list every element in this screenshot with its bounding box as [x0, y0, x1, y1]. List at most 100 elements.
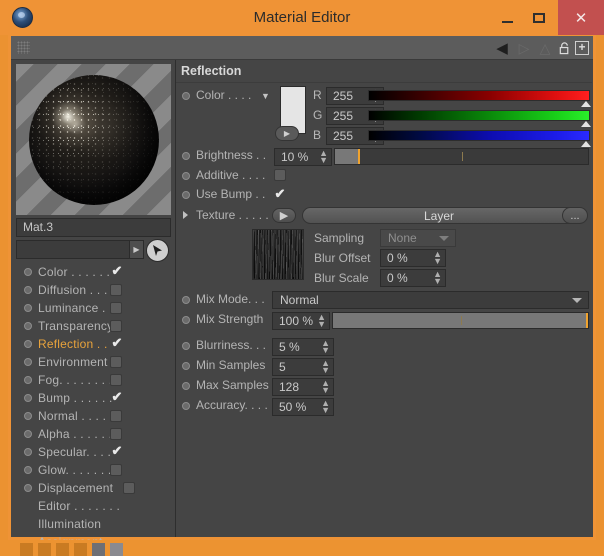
min-samples-field[interactable]: 5 ▲ ▼ [272, 358, 334, 376]
mix-strength-field[interactable]: 100 % ▲ ▼ [272, 312, 330, 330]
material-sphere-preview[interactable] [16, 64, 171, 215]
parameter-dot-icon[interactable] [182, 172, 190, 180]
spinner-icon[interactable]: ▲▼ [321, 399, 330, 415]
mix-strength-slider[interactable] [332, 312, 589, 329]
blur-scale-value: 0 % [387, 271, 408, 285]
color-b-slider[interactable] [368, 130, 591, 147]
spinner-icon[interactable]: ▲▼ [321, 359, 330, 375]
channel-checkbox[interactable] [110, 302, 122, 314]
channel-row-reflection[interactable]: Reflection . . ✔ [11, 335, 176, 353]
channel-row-alpha[interactable]: Alpha . . . . . . [11, 425, 176, 443]
parameter-dot-icon[interactable] [182, 296, 190, 304]
close-button[interactable]: ✕ [558, 0, 604, 35]
use-bump-checkbox-checked[interactable]: ✔ [273, 187, 287, 201]
mix-mode-dropdown[interactable]: Normal [272, 291, 589, 309]
triangle-right-icon[interactable]: ▶ [129, 240, 144, 259]
channel-dot-icon [24, 376, 32, 384]
search-input[interactable] [16, 240, 144, 259]
use-bump-label: Use Bump . . [196, 187, 266, 201]
channel-row-transparency[interactable]: Transparency [11, 317, 176, 335]
texture-more-button[interactable]: ... [562, 207, 588, 224]
channel-dot-icon [24, 304, 32, 312]
spinner-icon[interactable]: ▲▼ [321, 339, 330, 355]
material-name-field[interactable]: Mat.3 [16, 218, 171, 237]
blurriness-field[interactable]: 5 % ▲ ▼ [272, 338, 334, 356]
parameter-dot-icon[interactable] [182, 92, 190, 100]
max-samples-field[interactable]: 128 ▲ ▼ [272, 378, 334, 396]
channel-checkbox-checked[interactable]: ✔ [110, 264, 124, 279]
slider-midpoint-tick [461, 152, 463, 161]
plus-box-icon[interactable]: + [575, 41, 589, 55]
maximize-button[interactable] [520, 0, 558, 35]
color-expand-button[interactable]: ▶ [275, 126, 299, 141]
triangle-right-icon[interactable] [183, 211, 188, 219]
accuracy-field[interactable]: 50 % ▲ ▼ [272, 398, 334, 416]
channel-row-diffusion[interactable]: Diffusion . . . [11, 281, 176, 299]
channel-row-fog[interactable]: Fog. . . . . . . . [11, 371, 176, 389]
eyedropper-cursor-icon[interactable] [146, 239, 169, 262]
blur-offset-label: Blur Offset [314, 251, 371, 265]
triangle-left-icon[interactable]: ◀ [492, 36, 512, 60]
spinner-icon[interactable]: ▲▼ [317, 313, 326, 329]
channel-row-color[interactable]: Color . . . . . . ✔ [11, 263, 176, 281]
parameter-dot-icon[interactable] [182, 402, 190, 410]
channel-checkbox[interactable] [110, 356, 122, 368]
taskbar-icon-5[interactable] [92, 543, 105, 556]
parameter-dot-icon[interactable] [182, 191, 190, 199]
drag-grip-icon[interactable] [17, 41, 30, 54]
sidebar-item-illumination[interactable]: Illumination [11, 515, 176, 533]
texture-thumbnail[interactable] [252, 229, 304, 280]
channel-checkbox-checked[interactable]: ✔ [110, 444, 124, 459]
channel-row-displacement[interactable]: Displacement [11, 479, 176, 497]
slider-knob-icon[interactable] [581, 101, 591, 107]
parameter-dot-icon[interactable] [182, 152, 190, 160]
channel-row-luminance[interactable]: Luminance . . [11, 299, 176, 317]
slider-knob-icon[interactable] [581, 121, 591, 127]
color-r-slider[interactable] [368, 90, 591, 107]
spinner-icon[interactable]: ▲▼ [433, 250, 442, 266]
blurriness-value: 5 % [279, 340, 300, 354]
chevron-down-icon[interactable]: ▼ [261, 91, 270, 101]
channel-checkbox[interactable] [110, 428, 122, 440]
taskbar-icon-4[interactable] [74, 543, 87, 556]
channel-checkbox[interactable] [123, 482, 135, 494]
color-g-slider[interactable] [368, 110, 591, 127]
spinner-icon[interactable]: ▲▼ [319, 149, 328, 165]
parameter-dot-icon[interactable] [182, 342, 190, 350]
spinner-icon[interactable]: ▲▼ [433, 270, 442, 286]
taskbar-icon-6[interactable] [110, 543, 123, 556]
taskbar-icon-3[interactable] [56, 543, 69, 556]
channel-dot-icon [24, 484, 32, 492]
channel-checkbox[interactable] [110, 464, 122, 476]
additive-checkbox[interactable] [274, 169, 286, 181]
channel-checkbox[interactable] [110, 410, 122, 422]
channel-row-glow[interactable]: Glow. . . . . . . [11, 461, 176, 479]
padlock-open-icon[interactable] [557, 41, 572, 56]
channel-row-specular[interactable]: Specular. . . . ✔ [11, 443, 176, 461]
spinner-icon[interactable]: ▲▼ [321, 379, 330, 395]
brightness-field[interactable]: 10 % ▲ ▼ [274, 148, 332, 166]
taskbar-icon-2[interactable] [38, 543, 51, 556]
blur-scale-field[interactable]: 0 % ▲ ▼ [380, 269, 446, 287]
channel-checkbox[interactable] [110, 284, 122, 296]
channel-checkbox[interactable] [110, 374, 122, 386]
parameter-dot-icon[interactable] [182, 382, 190, 390]
brightness-slider[interactable] [334, 148, 589, 165]
channel-checkbox-checked[interactable]: ✔ [110, 390, 124, 405]
triangle-outline-icon: ▷ [518, 39, 530, 56]
channel-checkbox[interactable] [110, 320, 122, 332]
taskbar-icon-1[interactable] [20, 543, 33, 556]
parameter-dot-icon[interactable] [182, 316, 190, 324]
channel-checkbox-checked[interactable]: ✔ [110, 336, 124, 351]
sampling-value: None [388, 231, 417, 245]
texture-play-button[interactable]: ▶ [272, 208, 296, 223]
sampling-dropdown[interactable]: None [380, 229, 456, 247]
channel-row-bump[interactable]: Bump . . . . . . ✔ [11, 389, 176, 407]
blur-offset-field[interactable]: 0 % ▲ ▼ [380, 249, 446, 267]
channel-row-environment[interactable]: Environment [11, 353, 176, 371]
texture-layer-button[interactable]: Layer [302, 207, 576, 224]
mix-mode-label: Mix Mode. . . [196, 292, 265, 306]
channel-row-normal[interactable]: Normal . . . . . [11, 407, 176, 425]
sidebar-item-editor[interactable]: Editor . . . . . . . [11, 497, 176, 515]
parameter-dot-icon[interactable] [182, 362, 190, 370]
